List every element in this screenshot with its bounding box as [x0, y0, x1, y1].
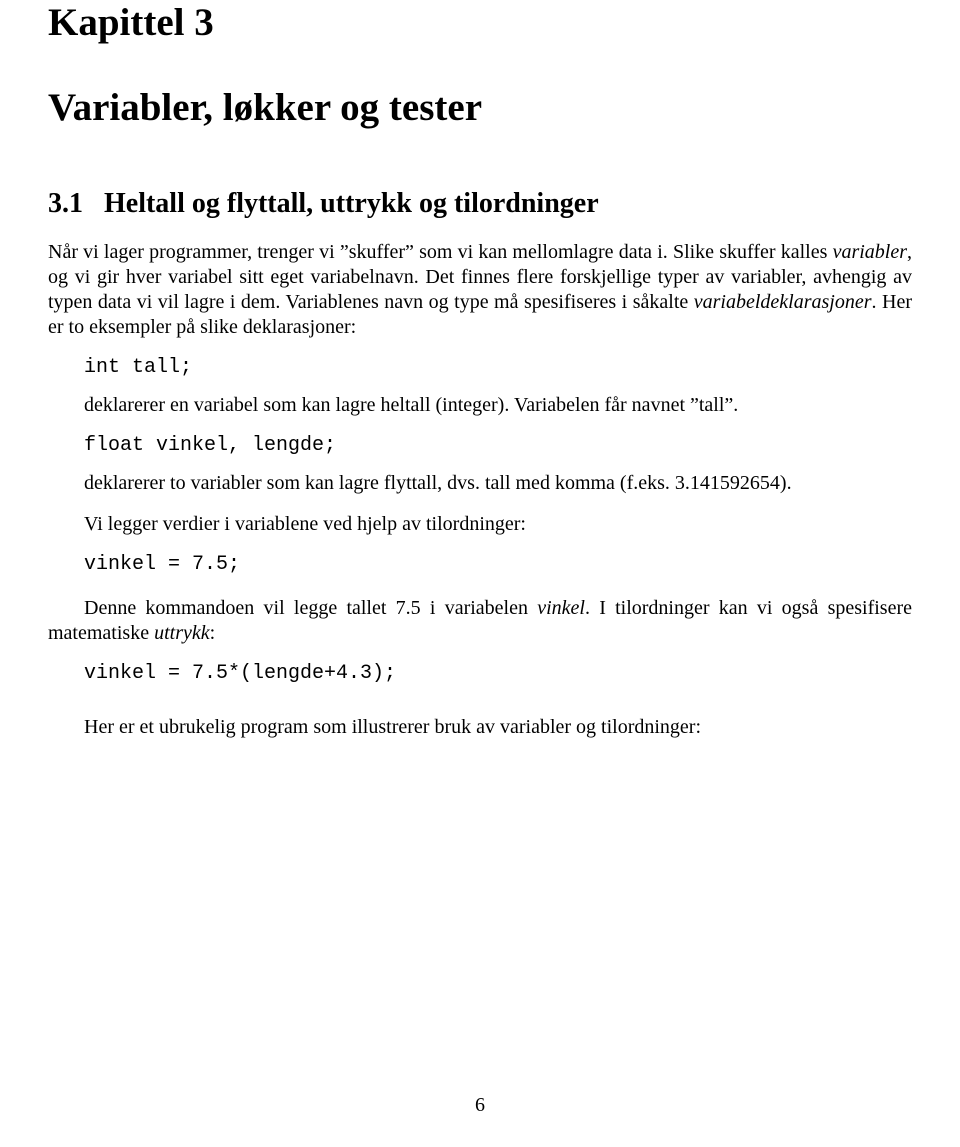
- italic-term: variabler: [833, 241, 907, 263]
- text-run: Når vi lager programmer, trenger vi ”sku…: [48, 241, 833, 263]
- paragraph-tilordning: Vi legger verdier i variablene ved hjelp…: [84, 512, 912, 537]
- paragraph-int-expl: deklarerer en variabel som kan lagre hel…: [84, 393, 912, 418]
- section-title: Heltall og flyttall, uttrykk og tilordni…: [104, 188, 599, 219]
- text-run: Denne kommandoen vil legge tallet 7.5 i …: [84, 597, 537, 619]
- chapter-label: Kapittel 3: [48, 0, 912, 45]
- page-number: 6: [0, 1094, 960, 1117]
- italic-term: tilordninger: [426, 513, 520, 535]
- text-run: :: [520, 513, 526, 535]
- page: Kapittel 3 Variabler, løkker og tester 3…: [0, 0, 960, 740]
- section-heading: 3.1 Heltall og flyttall, uttrykk og tilo…: [48, 188, 912, 220]
- italic-term: variabeldeklarasjoner: [694, 291, 872, 313]
- text-run: :: [210, 622, 216, 644]
- text-run: Vi legger verdier i variablene ved hjelp…: [84, 513, 426, 535]
- paragraph-float-expl: deklarerer to variabler som kan lagre fl…: [84, 471, 912, 496]
- paragraph-closing: Her er et ubrukelig program som illustre…: [84, 715, 912, 740]
- code-expr: vinkel = 7.5*(lengde+4.3);: [84, 662, 912, 685]
- paragraph-intro: Når vi lager programmer, trenger vi ”sku…: [48, 240, 912, 340]
- code-float-decl: float vinkel, lengde;: [84, 434, 912, 457]
- italic-term: vinkel: [537, 597, 585, 619]
- italic-term: uttrykk: [154, 622, 210, 644]
- code-int-decl: int tall;: [84, 356, 912, 379]
- chapter-title: Variabler, løkker og tester: [48, 85, 912, 130]
- code-assign: vinkel = 7.5;: [84, 553, 912, 576]
- paragraph-assign-expl: Denne kommandoen vil legge tallet 7.5 i …: [48, 596, 912, 646]
- section-number: 3.1: [48, 188, 83, 219]
